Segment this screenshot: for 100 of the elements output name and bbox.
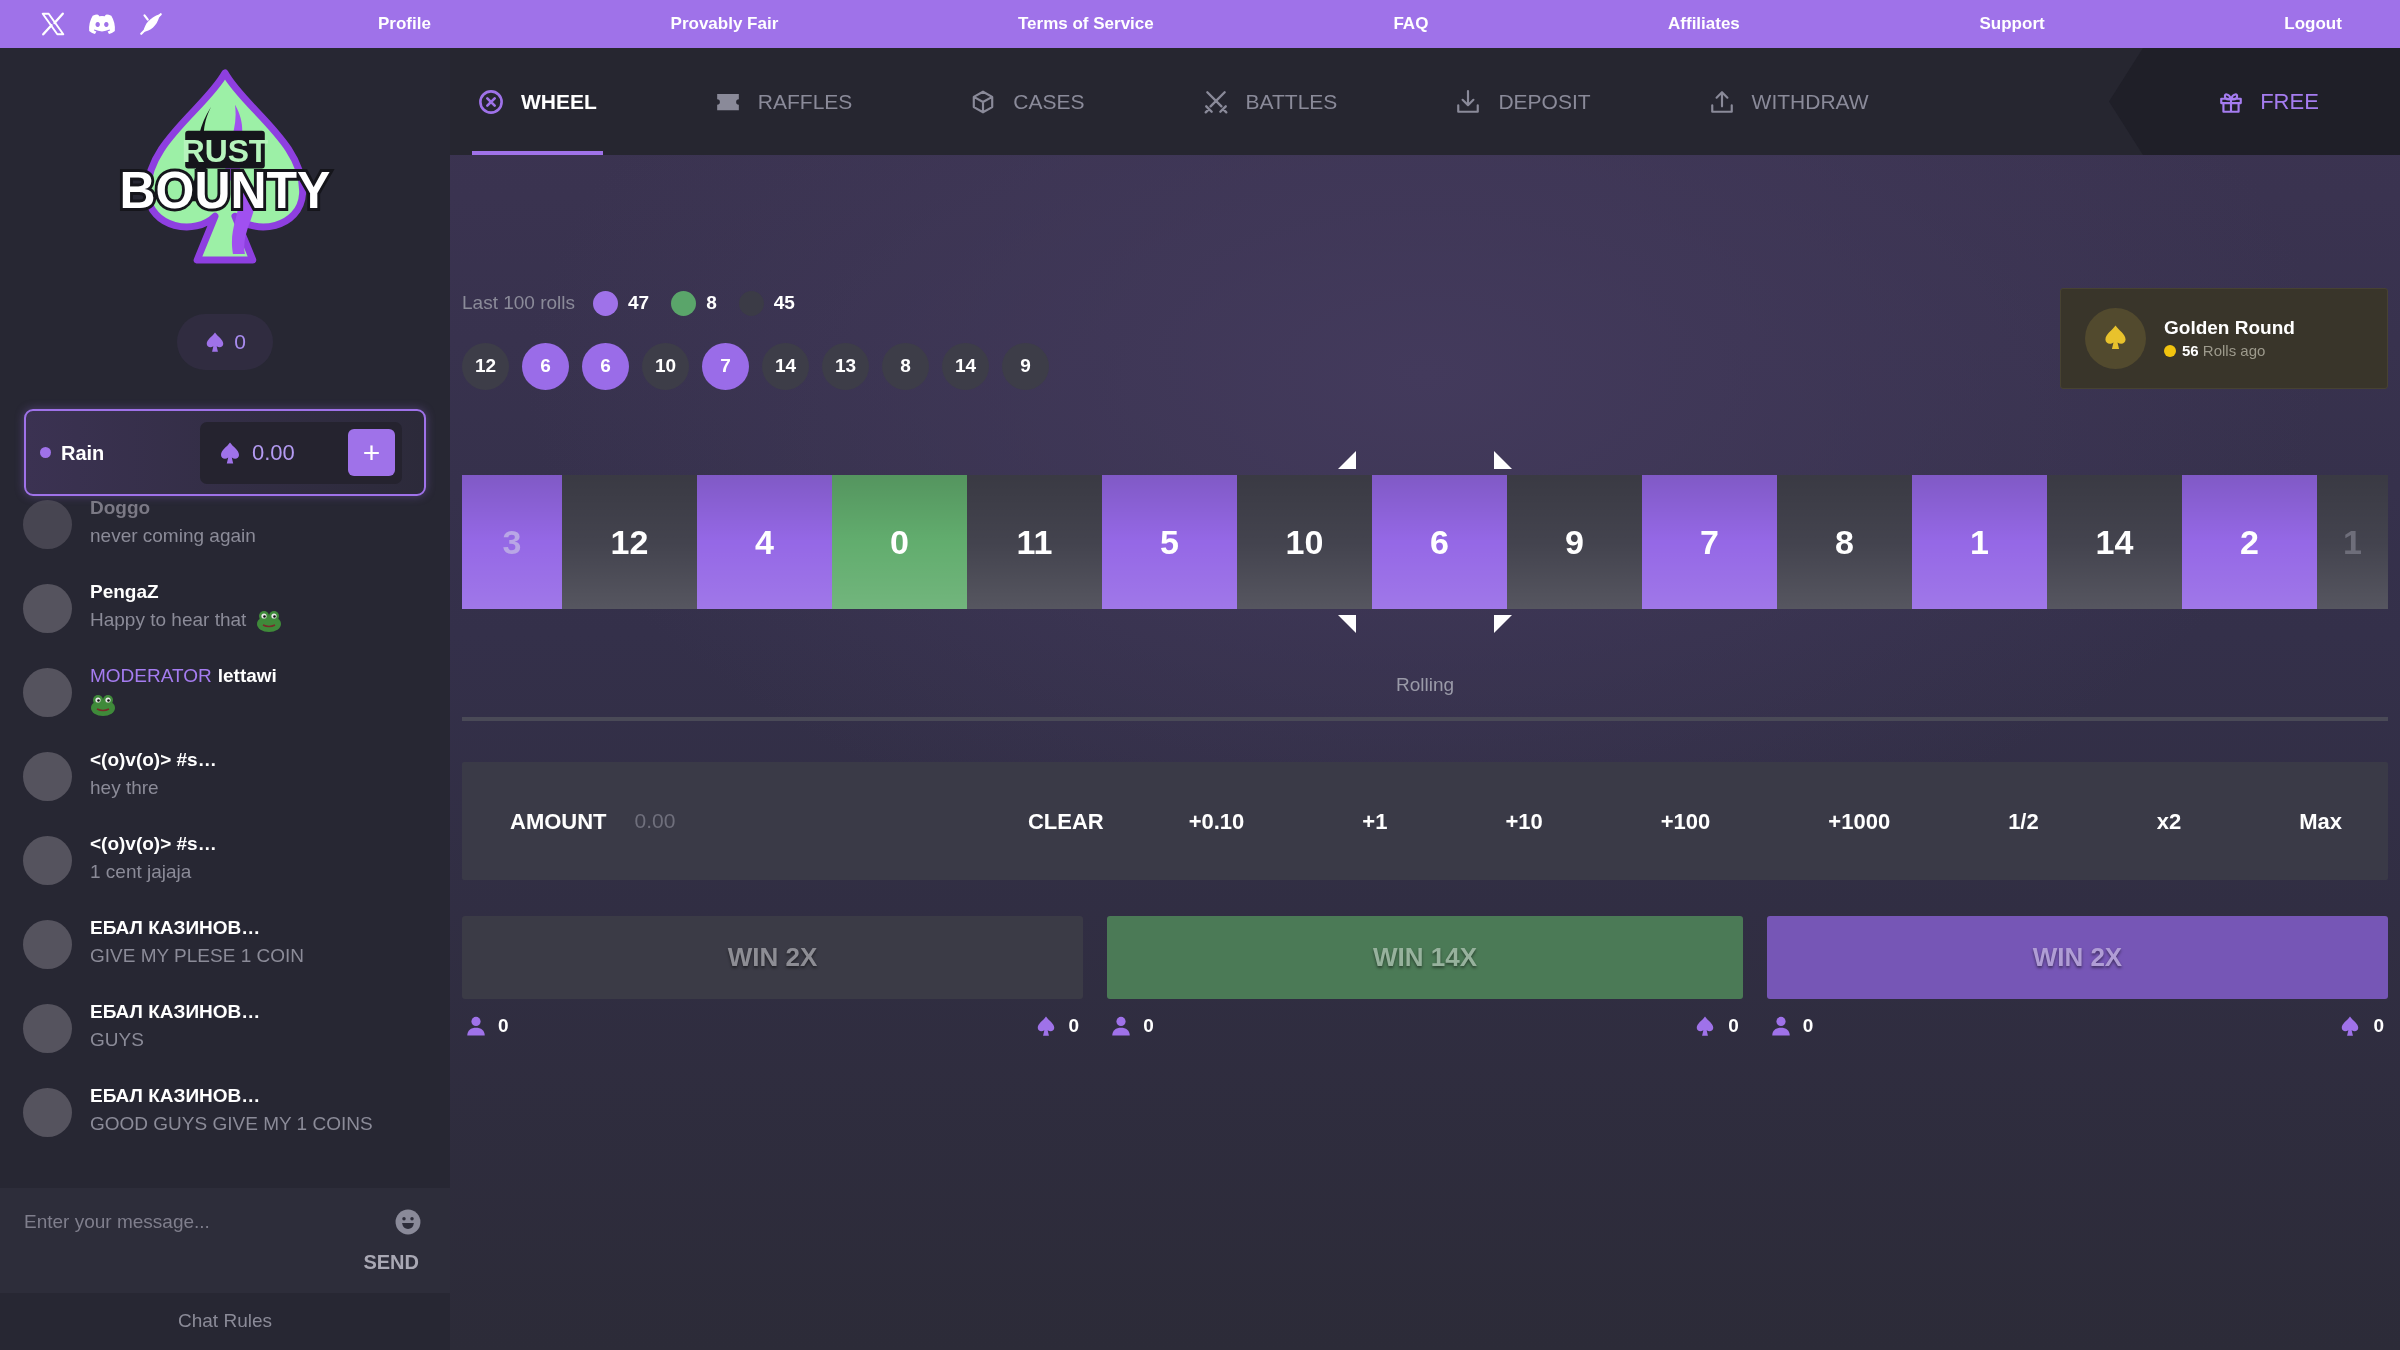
message-field[interactable]: Enter your message... xyxy=(24,1204,395,1240)
player-count: 0 xyxy=(498,1013,509,1038)
spade-icon xyxy=(218,440,242,465)
wheel-tile: 12 xyxy=(562,475,697,609)
send-button[interactable]: SEND xyxy=(363,1250,419,1274)
download-icon xyxy=(1455,88,1482,115)
avatar-placeholder xyxy=(23,836,72,885)
amount-button[interactable]: +1 xyxy=(1348,794,1402,848)
wheel-icon xyxy=(478,88,504,115)
wheel-tile: 1 xyxy=(1912,475,2047,609)
discord-logo-icon[interactable] xyxy=(88,13,116,35)
wheel-tile: 6 xyxy=(1372,475,1507,609)
amount-button[interactable]: x2 xyxy=(2142,794,2196,848)
rain-label: Rain xyxy=(61,440,105,466)
roll-result: 14 xyxy=(942,343,989,390)
top-nav-link[interactable]: Provably Fair xyxy=(670,11,779,37)
username: PengaZ xyxy=(90,580,159,604)
rolls-ago-text: 56 Rolls ago xyxy=(2182,340,2266,361)
wheel-tile: 11 xyxy=(967,475,1102,609)
pointer-marker-icon xyxy=(1494,451,1512,469)
roll-count: 8 xyxy=(706,290,717,315)
nav-tab[interactable]: BATTLES xyxy=(1196,48,1344,155)
roll-result: 6 xyxy=(522,343,569,390)
bet-option-button[interactable]: WIN 2X xyxy=(462,916,1084,999)
add-button[interactable]: + xyxy=(348,429,395,476)
roll-count: 45 xyxy=(773,290,795,315)
crossed-swords-icon xyxy=(1202,88,1229,115)
roll-result: 12 xyxy=(462,343,509,390)
username: ЕБАЛ КАЗИНОВ… xyxy=(90,916,261,940)
status-dot-icon xyxy=(40,447,51,458)
upload-icon xyxy=(1708,88,1735,115)
player-count: 0 xyxy=(1802,1013,1814,1038)
bet-option-button[interactable]: WIN 2X xyxy=(1766,916,2388,999)
nav-tab[interactable]: RAFFLES xyxy=(708,48,859,155)
emoji-smiley-icon[interactable] xyxy=(395,1209,421,1235)
amount-button[interactable]: +0.10 xyxy=(1174,794,1259,848)
top-nav-link[interactable]: Profile xyxy=(378,11,431,37)
wheel-tile: 10 xyxy=(1237,475,1372,609)
wheel-tile: 5 xyxy=(1102,475,1237,609)
roll-count: 47 xyxy=(628,290,650,315)
avatar-placeholder xyxy=(23,668,72,717)
chat-message: GOOD GUYS GIVE MY 1 COINS xyxy=(90,1112,373,1136)
chat-rules-link[interactable]: Chat Rules xyxy=(178,1307,272,1336)
nav-tab[interactable]: WHEEL xyxy=(472,48,603,155)
wheel-tile: 7 xyxy=(1642,475,1777,609)
spade-badge-icon xyxy=(2085,308,2146,369)
wheel-tile: 8 xyxy=(1777,475,1912,609)
nav-tab[interactable]: DEPOSIT xyxy=(1449,48,1597,155)
x-logo-icon[interactable] xyxy=(40,11,66,37)
username: lettawi xyxy=(217,664,277,688)
top-nav-link[interactable]: Terms of Service xyxy=(1017,11,1154,37)
avatar-placeholder xyxy=(23,1004,72,1053)
avatar-placeholder xyxy=(23,584,72,633)
message-input-box[interactable]: Enter your message... SEND xyxy=(0,1188,450,1293)
avatar-placeholder xyxy=(23,1088,72,1137)
top-nav-link[interactable]: Affiliates xyxy=(1668,11,1740,37)
roll-result: 9 xyxy=(1002,343,1049,390)
role-tag: MODERATOR xyxy=(90,664,212,688)
player-count: 0 xyxy=(1143,1013,1154,1038)
roll-result: 8 xyxy=(882,343,929,390)
bet-total: 0 xyxy=(2373,1013,2384,1038)
wheel-tile: 9 xyxy=(1507,475,1642,609)
amount-button[interactable]: +1000 xyxy=(1814,794,1905,848)
pointer-marker-icon xyxy=(1494,615,1512,633)
avatar-placeholder xyxy=(23,920,72,969)
nav-tab[interactable]: WITHDRAW xyxy=(1702,48,1875,155)
roll-result: 14 xyxy=(762,343,809,390)
top-nav-link[interactable]: Logout xyxy=(2284,11,2342,37)
chat-message: never coming again xyxy=(90,524,256,548)
last-rolls-label: Last 100 rolls xyxy=(462,290,575,315)
amount-button[interactable]: +100 xyxy=(1646,794,1725,848)
amount-button[interactable]: CLEAR xyxy=(1013,794,1118,848)
user-icon xyxy=(466,1016,486,1036)
chat-message: hey thre xyxy=(90,776,159,800)
chat-message: GIVE MY PLESE 1 COIN xyxy=(90,944,304,968)
top-nav-link[interactable]: Support xyxy=(1979,11,2045,37)
status-label: Rolling xyxy=(1394,674,1456,696)
slashed-feather-icon[interactable] xyxy=(138,11,164,37)
chat-message: 1 cent jajaja xyxy=(90,860,192,884)
pointer-marker-icon xyxy=(1338,615,1356,633)
roll-result: 7 xyxy=(702,343,749,390)
free-button[interactable]: FREE xyxy=(2109,48,2400,155)
avatar-placeholder xyxy=(23,752,72,801)
amount-button[interactable]: 1/2 xyxy=(1994,794,2053,848)
user-icon xyxy=(1111,1016,1132,1036)
username: ЕБАЛ КАЗИНОВ… xyxy=(90,1000,261,1024)
wheel-tile: 4 xyxy=(697,475,832,609)
amount-button[interactable]: +10 xyxy=(1491,794,1557,848)
amount-label: AMOUNT xyxy=(510,807,607,836)
nav-tab[interactable]: CASES xyxy=(964,48,1091,155)
roll-result: 10 xyxy=(642,343,689,390)
username: Doggo xyxy=(90,496,151,520)
username: <(o)v(o)> #s… xyxy=(90,748,217,772)
chat-message: Happy to hear that xyxy=(90,608,247,632)
amount-button[interactable]: Max xyxy=(2285,794,2356,848)
top-nav-link[interactable]: FAQ xyxy=(1393,11,1429,37)
wheel-tile: 2 xyxy=(2182,475,2317,609)
bet-total: 0 xyxy=(1068,1013,1080,1038)
rain-amount: 0.00 xyxy=(252,439,295,467)
wheel-tile: 14 xyxy=(2047,475,2182,609)
